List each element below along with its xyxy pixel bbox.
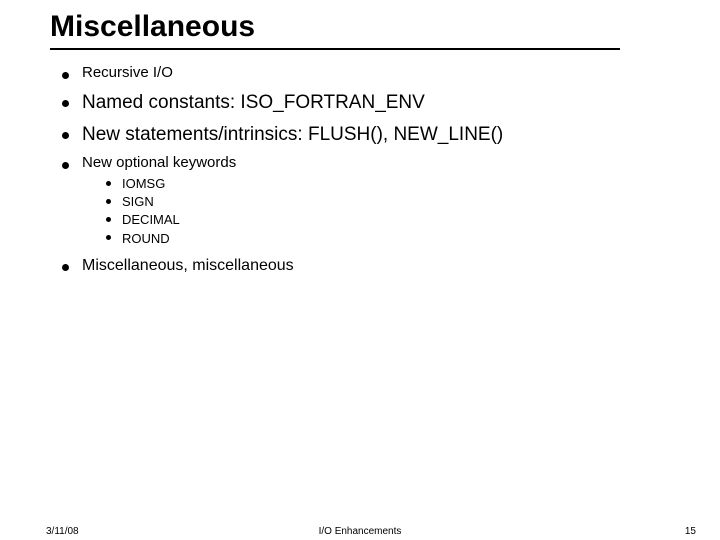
bullet-item: Recursive I/O <box>62 64 670 83</box>
sub-bullet-list: IOMSG SIGN DECIMAL ROUND <box>82 175 670 248</box>
page-number: 15 <box>685 526 696 537</box>
bullet-item: New statements/intrinsics: FLUSH(), NEW_… <box>62 123 670 147</box>
bullet-list: Recursive I/O Named constants: ISO_FORTR… <box>50 64 670 276</box>
slide-title: Miscellaneous <box>50 10 670 44</box>
bullet-item: Named constants: ISO_FORTRAN_ENV <box>62 91 670 115</box>
sub-bullet-item: SIGN <box>106 193 670 211</box>
bullet-item: Miscellaneous, miscellaneous <box>62 256 670 276</box>
footer-title: I/O Enhancements <box>0 526 720 537</box>
sub-bullet-item: DECIMAL <box>106 211 670 229</box>
slide: Miscellaneous Recursive I/O Named consta… <box>0 0 720 540</box>
sub-bullet-item: IOMSG <box>106 175 670 193</box>
bullet-text: New optional keywords <box>82 154 236 171</box>
title-underline <box>50 48 620 50</box>
bullet-item: New optional keywords IOMSG SIGN DECIMAL… <box>62 154 670 248</box>
sub-bullet-item: ROUND <box>106 230 670 248</box>
